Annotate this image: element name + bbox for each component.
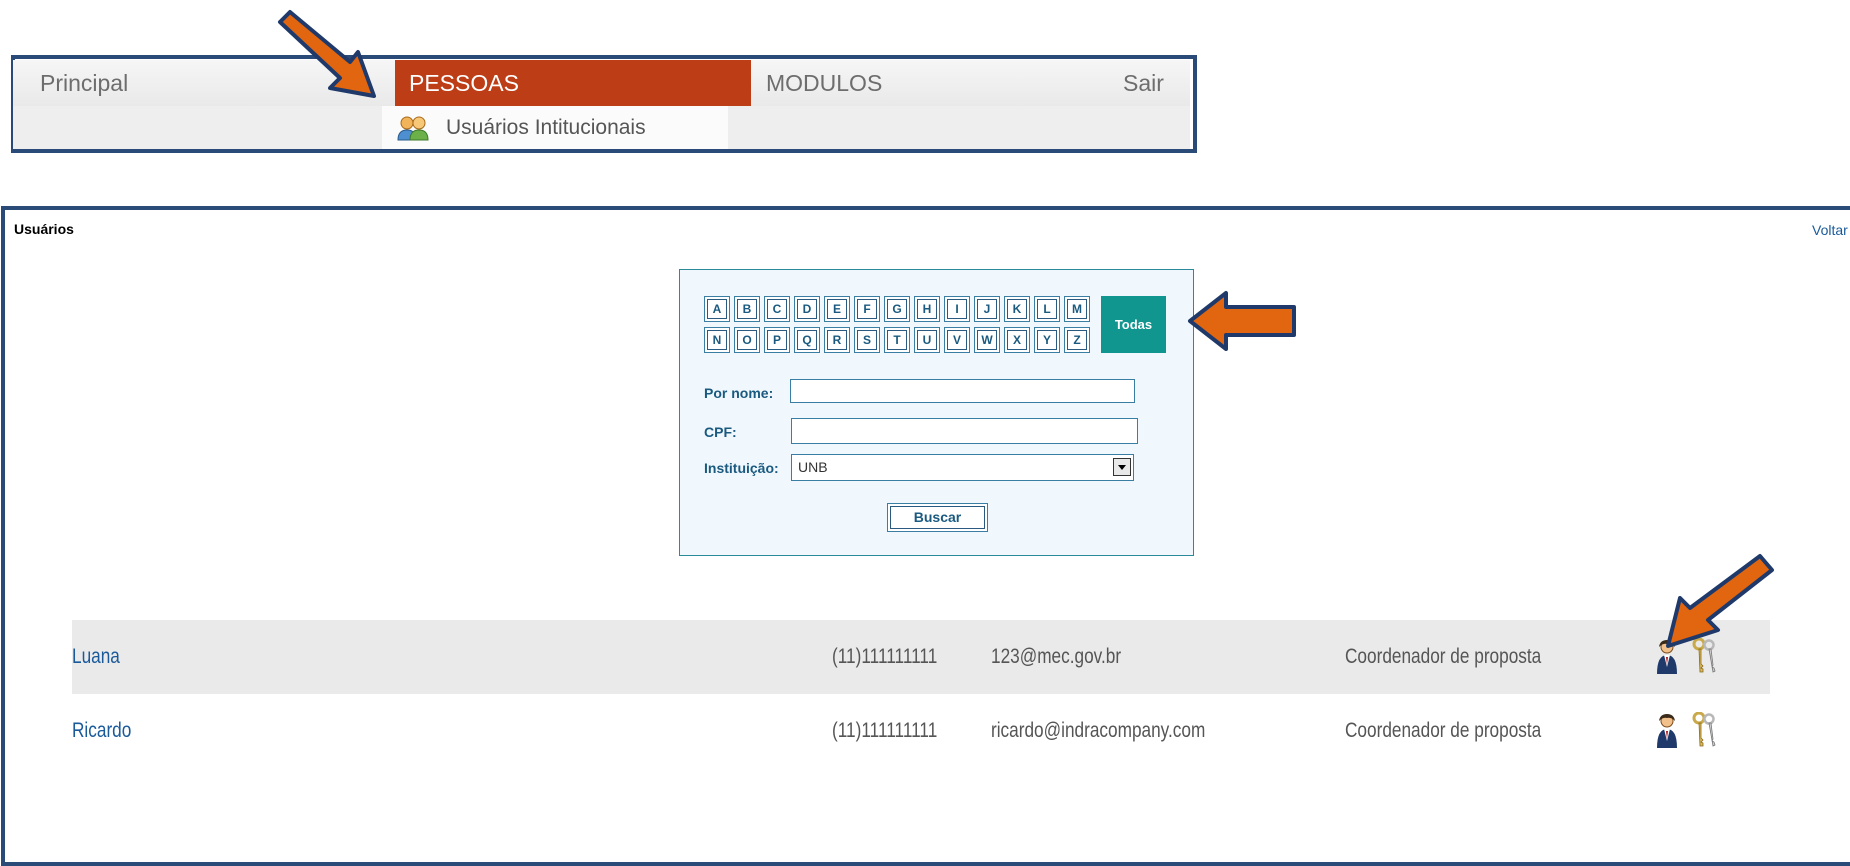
letter-filter-button[interactable]: V (944, 327, 970, 353)
table-row: Ricardo (11)111111111 ricardo@indracompa… (72, 694, 1770, 768)
institution-select[interactable]: UNB (791, 454, 1134, 481)
letter-filter-button[interactable]: M (1064, 296, 1090, 322)
letter-filter-button[interactable]: S (854, 327, 880, 353)
letter-filter-button[interactable]: R (824, 327, 850, 353)
letter-filter-button[interactable]: W (974, 327, 1000, 353)
search-button[interactable]: Buscar (887, 503, 988, 532)
letter-filter-button[interactable]: B (734, 296, 760, 322)
people-icon (397, 116, 429, 140)
chevron-down-icon[interactable] (1113, 458, 1131, 476)
cpf-label: CPF: (704, 424, 737, 440)
menu-item-pessoas[interactable]: PESSOAS (395, 60, 751, 106)
letter-filter-button[interactable]: L (1034, 296, 1060, 322)
user-role: Coordenador de proposta (1345, 719, 1542, 742)
menu-item-sair[interactable]: Sair (1123, 60, 1164, 106)
user-icon[interactable] (1656, 713, 1678, 749)
letter-filter-button[interactable]: C (764, 296, 790, 322)
submenu-label: Usuários Intitucionais (446, 115, 646, 139)
top-menu-bar: Principal PESSOAS MODULOS Sair (13, 60, 1190, 107)
menu-item-principal[interactable]: Principal (40, 60, 128, 106)
user-role: Coordenador de proposta (1345, 645, 1542, 668)
user-phone: (11)111111111 (832, 645, 938, 668)
arrow-annotation-icon (1666, 554, 1774, 648)
all-letters-button[interactable]: Todas (1101, 296, 1166, 353)
letter-filter-button[interactable]: G (884, 296, 910, 322)
key-icon[interactable] (1692, 712, 1716, 750)
user-email: 123@mec.gov.br (991, 645, 1122, 668)
letter-filter-button[interactable]: P (764, 327, 790, 353)
letter-filter-button[interactable]: E (824, 296, 850, 322)
letter-filter-button[interactable]: H (914, 296, 940, 322)
letter-filter-button[interactable]: N (704, 327, 730, 353)
institution-label: Instituição: (704, 460, 779, 476)
name-input[interactable] (790, 379, 1135, 403)
letter-filter-button[interactable]: Q (794, 327, 820, 353)
institution-value: UNB (798, 459, 828, 475)
letter-filter-button[interactable]: I (944, 296, 970, 322)
letter-filter-button[interactable]: O (734, 327, 760, 353)
letter-filter-button[interactable]: J (974, 296, 1000, 322)
user-phone: (11)111111111 (832, 719, 938, 742)
letter-filter-button[interactable]: F (854, 296, 880, 322)
user-name-link[interactable]: Luana (72, 620, 120, 694)
menu-item-modulos[interactable]: MODULOS (766, 60, 882, 106)
letter-filter-button[interactable]: Z (1064, 327, 1090, 353)
letter-filter-button[interactable]: D (794, 296, 820, 322)
user-name-link[interactable]: Ricardo (72, 694, 131, 768)
user-email: ricardo@indracompany.com (991, 719, 1206, 742)
page-title: Usuários (14, 221, 74, 237)
cpf-input[interactable] (791, 418, 1138, 444)
arrow-annotation-icon (1188, 291, 1296, 351)
letter-filter-button[interactable]: Y (1034, 327, 1060, 353)
letter-filter-button[interactable]: A (704, 296, 730, 322)
table-row: Luana (11)111111111 123@mec.gov.br Coord… (72, 620, 1770, 694)
letter-filter-button[interactable]: T (884, 327, 910, 353)
back-link[interactable]: Voltar (1812, 222, 1848, 238)
arrow-annotation-icon (278, 10, 376, 98)
name-label: Por nome: (704, 385, 774, 401)
letter-filter-button[interactable]: K (1004, 296, 1030, 322)
letter-filter-button[interactable]: U (914, 327, 940, 353)
submenu-item-usuarios-institucionais[interactable]: Usuários Intitucionais (382, 106, 728, 149)
letter-filter-button[interactable]: X (1004, 327, 1030, 353)
